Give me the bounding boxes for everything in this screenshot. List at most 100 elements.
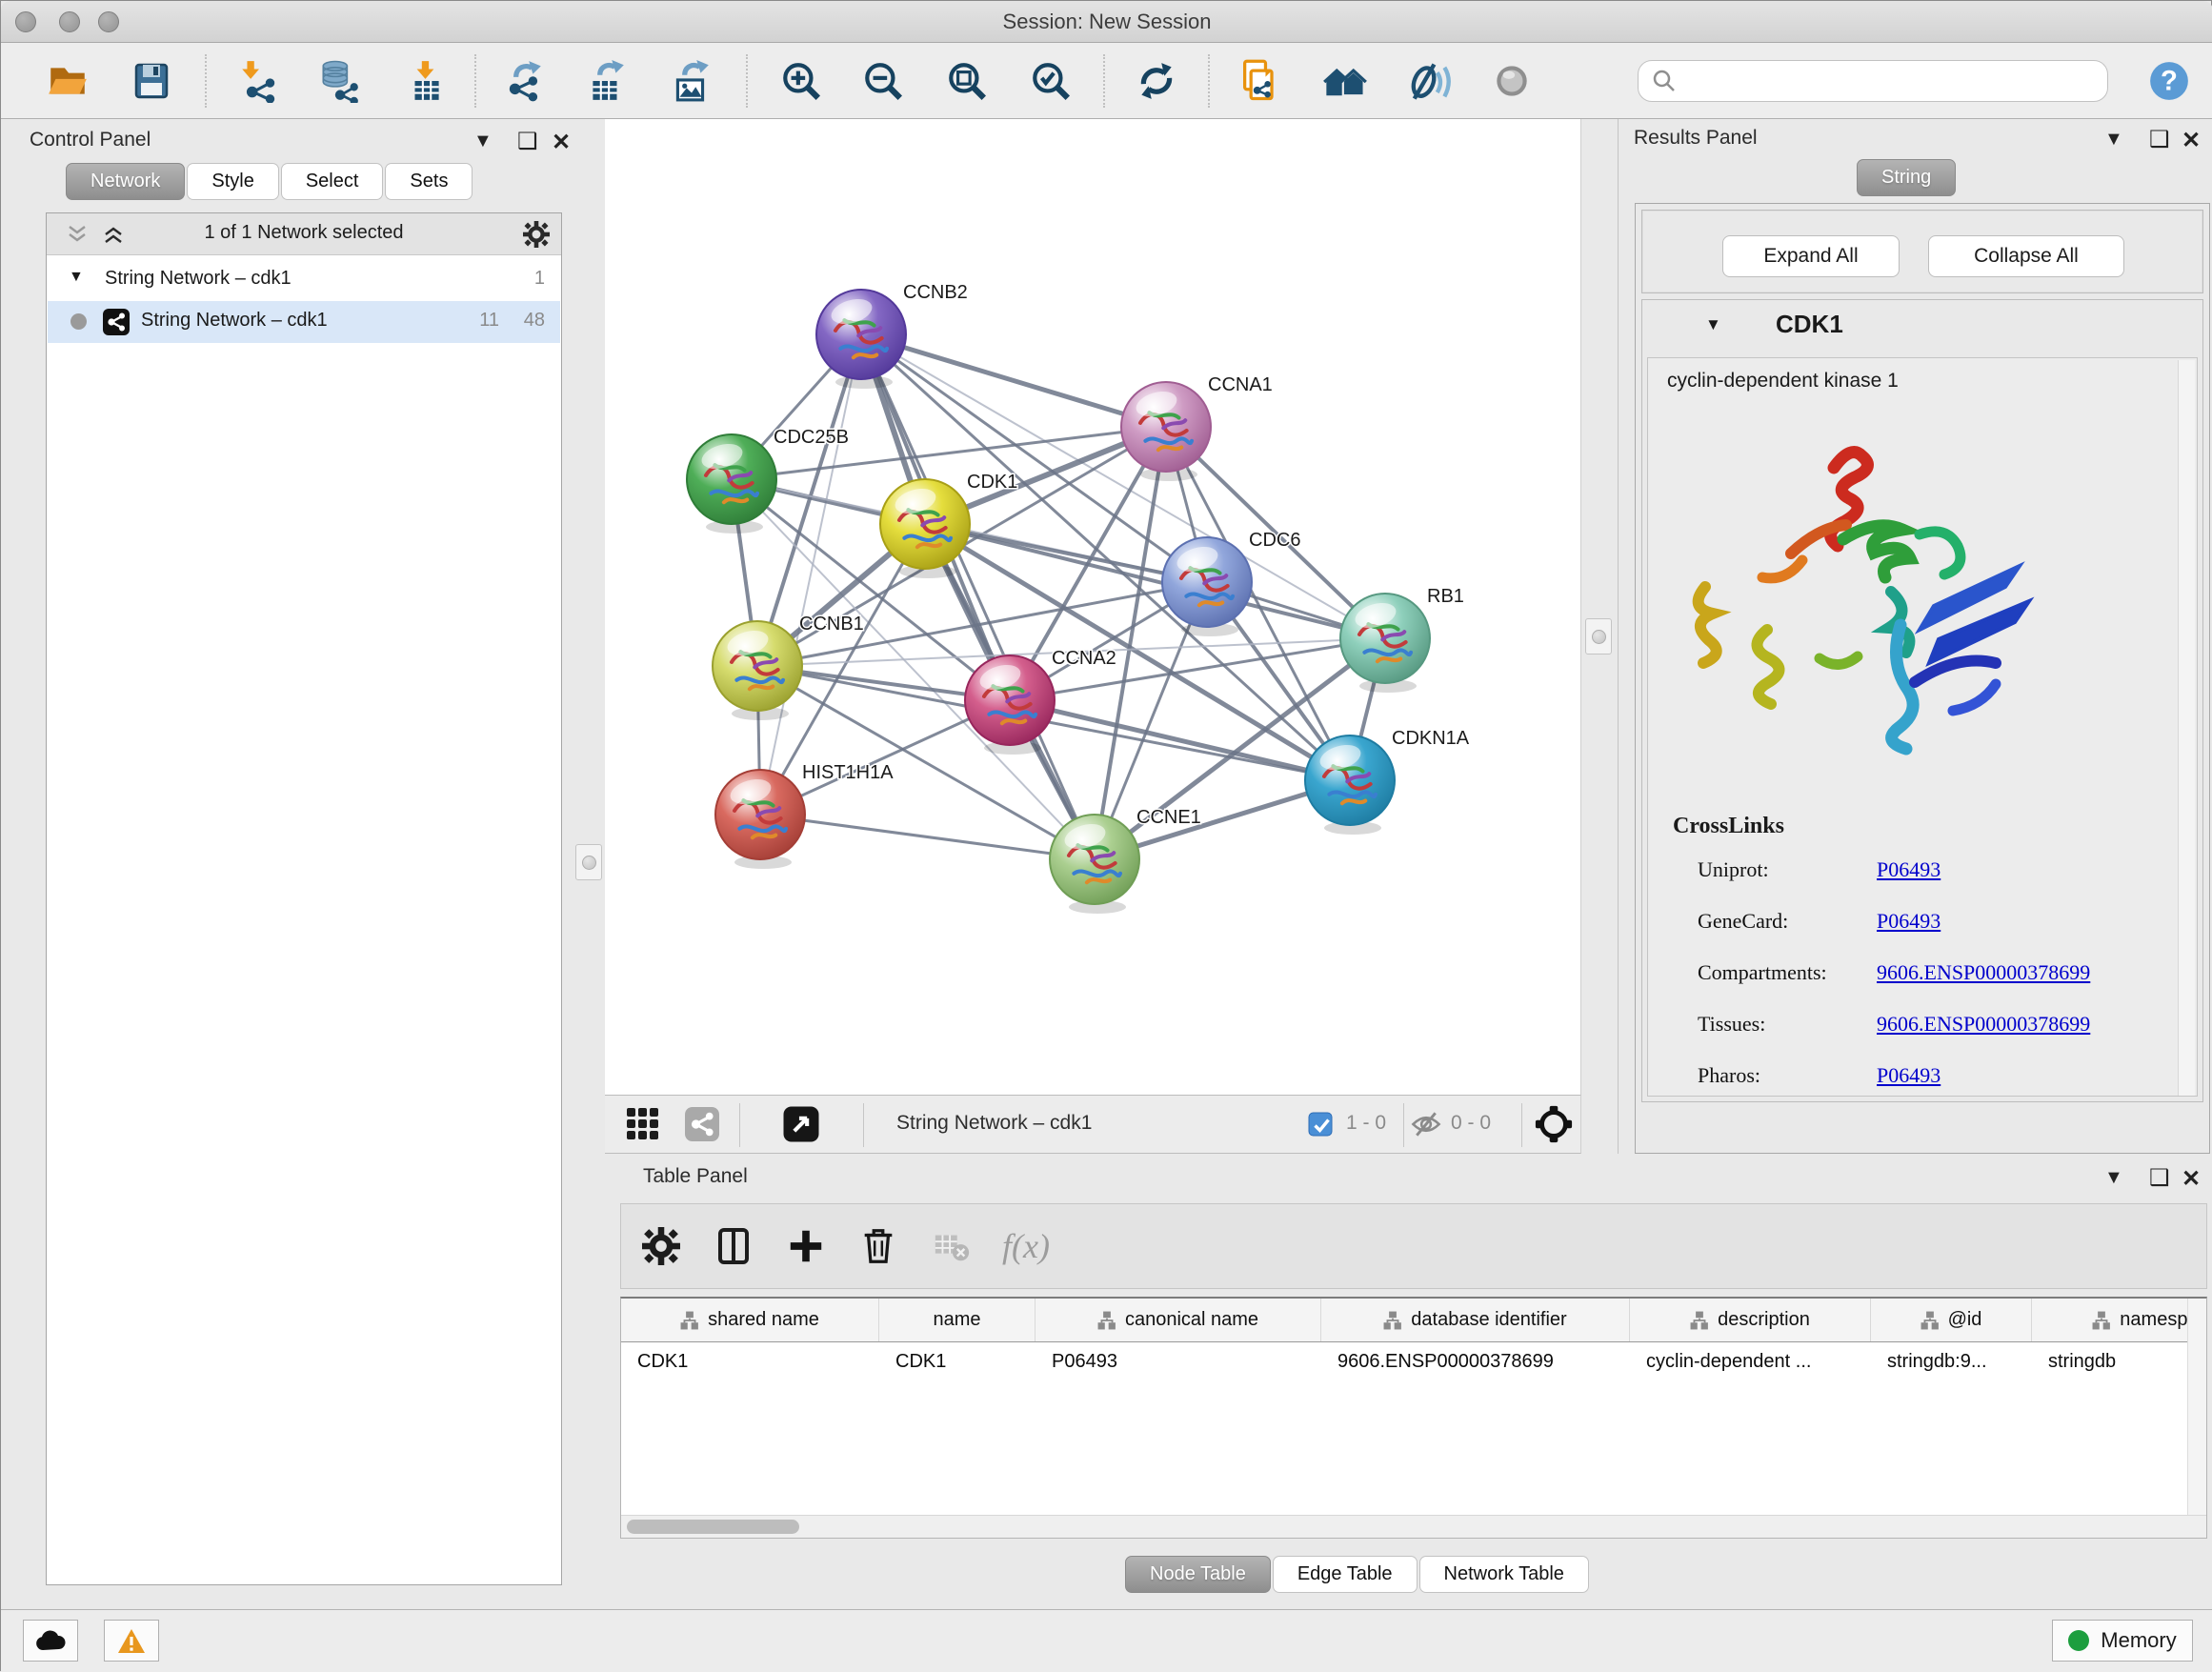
export-table-icon[interactable] <box>584 59 628 103</box>
zoom-fit-icon[interactable] <box>945 59 989 103</box>
collapse-all-button[interactable]: Collapse All <box>1928 235 2124 277</box>
hide-selected-icon[interactable] <box>1406 58 1452 104</box>
search-box <box>1638 60 2108 102</box>
column-header-name[interactable]: name <box>879 1299 1036 1341</box>
birdseye-grid-icon[interactable] <box>626 1107 660 1141</box>
column-header-database-identifier[interactable]: database identifier <box>1321 1299 1630 1341</box>
network-edge-CCNB2-CCNE1[interactable] <box>861 334 1095 859</box>
network-edge-CCNB2-CCNA1[interactable] <box>861 334 1166 427</box>
tree-expand-icon[interactable]: ▼ <box>69 269 84 286</box>
node-label-CDKN1A: CDKN1A <box>1392 728 1470 749</box>
move-crosshair-icon[interactable] <box>1534 1104 1574 1144</box>
save-session-icon[interactable] <box>131 60 172 102</box>
table-row[interactable]: CDK1CDK1P064939606.ENSP00000378699cyclin… <box>621 1342 2206 1384</box>
export-network-icon[interactable] <box>502 59 546 103</box>
crosslink-link[interactable]: P06493 <box>1877 857 1941 882</box>
zoom-selected-icon[interactable] <box>1029 59 1073 103</box>
column-type-icon <box>680 1311 699 1330</box>
panel-close-icon[interactable]: ✕ <box>552 129 571 156</box>
right-splitter-handle[interactable] <box>1585 618 1612 655</box>
import-table-icon[interactable] <box>404 59 448 103</box>
gene-description: cyclin-dependent kinase 1 <box>1667 370 1899 393</box>
memory-button[interactable]: Memory <box>2052 1620 2193 1662</box>
show-all-icon[interactable] <box>1490 59 1534 103</box>
network-edge-HIST1H1A-CCNE1[interactable] <box>760 815 1095 859</box>
panel-menu-icon[interactable]: ▼ <box>2104 1167 2123 1189</box>
tab-sets[interactable]: Sets <box>385 163 473 200</box>
network-type-icon[interactable] <box>685 1107 719 1141</box>
results-scrollbar[interactable] <box>2178 360 2195 1096</box>
left-splitter-handle[interactable] <box>575 844 602 880</box>
column-header--id[interactable]: @id <box>1871 1299 2032 1341</box>
export-image-icon[interactable] <box>669 59 713 103</box>
column-header-label: shared name <box>708 1309 819 1331</box>
table-vertical-scrollbar[interactable] <box>2187 1299 2206 1515</box>
expand-all-button[interactable]: Expand All <box>1722 235 1900 277</box>
tab-node-table[interactable]: Node Table <box>1125 1556 1271 1593</box>
column-header-label: description <box>1718 1309 1810 1331</box>
toolbar-separator <box>474 54 476 108</box>
help-icon[interactable]: ? <box>2147 59 2191 103</box>
network-node-CCNE1[interactable]: CCNE1 <box>1050 807 1201 914</box>
cloud-button[interactable] <box>23 1620 78 1662</box>
selected-checkbox[interactable] <box>1309 1113 1333 1137</box>
tab-network[interactable]: Network <box>66 163 185 200</box>
network-node-CDC6[interactable]: CDC6 <box>1162 530 1300 636</box>
delete-column-icon[interactable] <box>858 1226 898 1266</box>
table-cell: CDK1 <box>879 1342 1036 1384</box>
search-icon <box>1650 67 1679 95</box>
panel-float-icon[interactable]: ❑ <box>2149 126 2170 153</box>
tab-edge-table[interactable]: Edge Table <box>1273 1556 1418 1593</box>
network-edge-CCNB2-HIST1H1A[interactable] <box>760 334 861 815</box>
zoom-in-icon[interactable] <box>779 59 823 103</box>
section-collapse-icon[interactable]: ▼ <box>1705 315 1721 334</box>
network-canvas[interactable]: CCNB2CCNA1CDC25BCDK1CDC6RB1CCNB1CCNA2CDK… <box>605 119 1581 1095</box>
zoom-out-icon[interactable] <box>861 59 905 103</box>
network-node-CCNB2[interactable]: CCNB2 <box>816 282 968 389</box>
window-title: Session: New Session <box>1 10 2212 34</box>
first-neighbors-icon[interactable] <box>1322 58 1368 104</box>
column-type-icon <box>1690 1311 1709 1330</box>
panel-float-icon[interactable]: ❑ <box>2149 1164 2170 1192</box>
crosslink-link[interactable]: P06493 <box>1877 1063 1941 1088</box>
crosslink-link[interactable]: 9606.ENSP00000378699 <box>1877 1012 2090 1037</box>
tab-select[interactable]: Select <box>281 163 384 200</box>
column-header-namespace[interactable]: namespace <box>2032 1299 2207 1341</box>
panel-menu-icon[interactable]: ▼ <box>473 131 493 152</box>
search-input[interactable] <box>1679 71 2107 92</box>
network-collection-row[interactable]: ▼ String Network – cdk1 1 <box>48 259 560 301</box>
open-in-window-icon[interactable] <box>784 1107 819 1142</box>
node-label-CCNA2: CCNA2 <box>1052 648 1116 669</box>
table-settings-gear-icon[interactable] <box>642 1227 680 1265</box>
network-node-CCNA1[interactable]: CCNA1 <box>1121 374 1273 481</box>
open-session-icon[interactable] <box>46 59 90 103</box>
table-horizontal-scrollbar[interactable] <box>621 1515 2206 1538</box>
column-header-canonical-name[interactable]: canonical name <box>1036 1299 1321 1341</box>
table-toolbar: f(x) <box>620 1203 2207 1289</box>
refresh-icon[interactable] <box>1135 59 1178 103</box>
column-header-shared-name[interactable]: shared name <box>621 1299 879 1341</box>
network-node-CDKN1A[interactable]: CDKN1A <box>1305 728 1470 835</box>
add-column-icon[interactable] <box>786 1226 826 1266</box>
panel-float-icon[interactable]: ❑ <box>517 128 538 155</box>
network-node-CCNB1[interactable]: CCNB1 <box>713 614 864 720</box>
import-network-file-icon[interactable] <box>237 59 281 103</box>
show-columns-icon[interactable] <box>713 1225 754 1267</box>
crosslink-link[interactable]: 9606.ENSP00000378699 <box>1877 960 2090 985</box>
crosslink-link[interactable]: P06493 <box>1877 909 1941 934</box>
table-header-row: shared name namecanonical namedatabase id… <box>621 1299 2206 1342</box>
import-network-database-icon[interactable] <box>317 59 361 103</box>
network-node-HIST1H1A[interactable]: HIST1H1A <box>715 762 894 869</box>
network-node-RB1[interactable]: RB1 <box>1340 586 1464 693</box>
panel-close-icon[interactable]: ✕ <box>2182 127 2201 154</box>
network-row-selected[interactable]: String Network – cdk1 11 48 <box>48 301 560 343</box>
tab-string[interactable]: String <box>1857 159 1956 196</box>
panel-close-icon[interactable]: ✕ <box>2182 1165 2201 1193</box>
tab-network-table[interactable]: Network Table <box>1419 1556 1589 1593</box>
copy-network-icon[interactable] <box>1237 58 1283 104</box>
tab-style[interactable]: Style <box>187 163 278 200</box>
panel-menu-icon[interactable]: ▼ <box>2104 129 2123 151</box>
gear-icon[interactable] <box>523 221 550 248</box>
column-header-description[interactable]: description <box>1630 1299 1871 1341</box>
warning-button[interactable] <box>104 1620 159 1662</box>
